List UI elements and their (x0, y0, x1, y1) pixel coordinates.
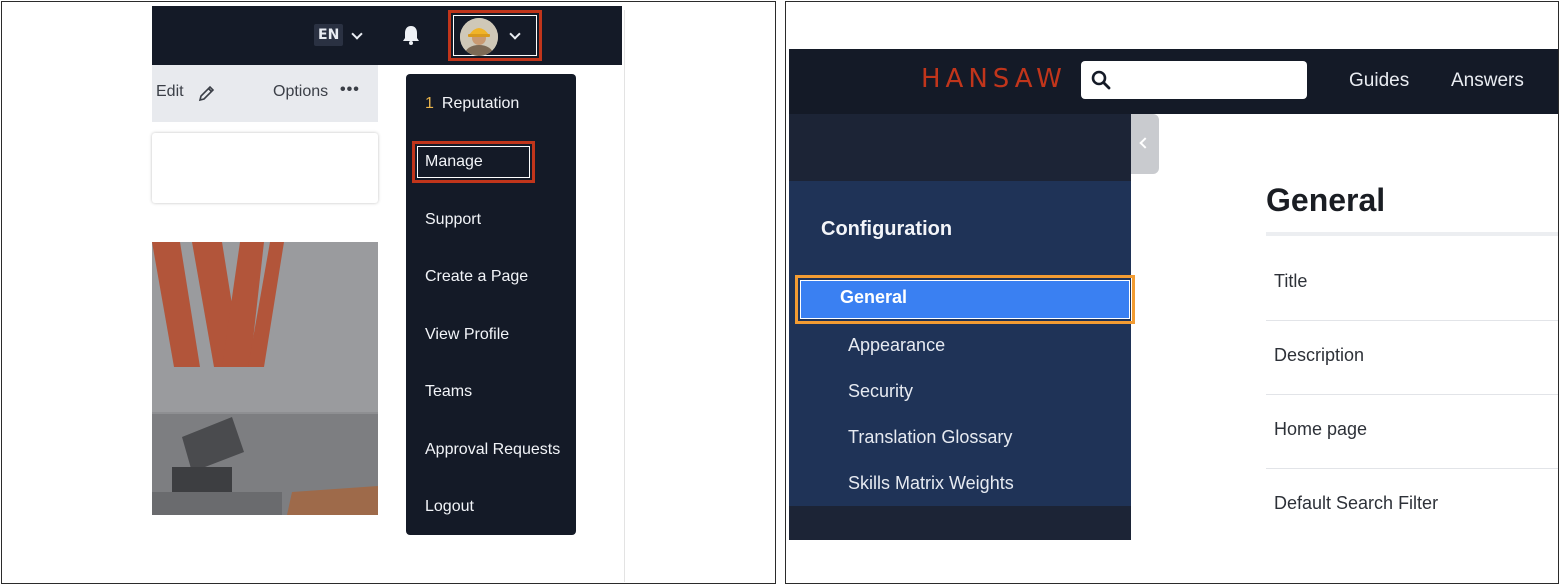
options-button[interactable]: Options (273, 83, 328, 101)
dropdown-item-view-profile[interactable]: View Profile (425, 326, 509, 344)
dropdown-item-label: Reputation (441, 95, 520, 112)
edit-button[interactable]: Edit (156, 83, 184, 101)
dropdown-item-manage[interactable]: Manage (425, 153, 483, 171)
bell-icon[interactable] (402, 25, 420, 45)
reputation-count: 1 (425, 95, 434, 112)
sidebar-item-security[interactable]: Security (848, 381, 913, 402)
dropdown-item-support[interactable]: Support (425, 211, 481, 229)
pencil-icon[interactable] (198, 84, 216, 102)
dropdown-item-reputation[interactable]: 1 Reputation (425, 95, 519, 113)
left-screenshot-panel: EN Edit Options ••• 1 Reputation Manage … (1, 1, 776, 584)
sidebar-item-label[interactable]: General (840, 287, 907, 308)
dropdown-item-logout[interactable]: Logout (425, 498, 474, 516)
chevron-left-icon (1139, 137, 1151, 149)
site-header: HANSAW Guides Answers (789, 49, 1558, 114)
sidebar-heading: Configuration (821, 218, 953, 240)
sidebar-item-translation-glossary[interactable]: Translation Glossary (848, 427, 1012, 448)
field-divider (1266, 468, 1558, 469)
user-menu-button[interactable] (448, 10, 542, 61)
dropdown-item-create-page[interactable]: Create a Page (425, 268, 528, 286)
sidebar-footer (789, 506, 1131, 540)
search-box[interactable] (1081, 61, 1307, 99)
field-divider (1266, 394, 1558, 395)
avatar[interactable] (460, 18, 498, 56)
more-dots-icon[interactable]: ••• (340, 81, 360, 99)
page-toolbar: Edit Options ••• (152, 65, 378, 122)
page-title: General (1266, 182, 1386, 218)
sidebar-item-skills-matrix-weights[interactable]: Skills Matrix Weights (848, 473, 1014, 494)
search-icon (1091, 70, 1111, 90)
title-divider (1266, 232, 1558, 236)
sidebar-header (789, 114, 1131, 181)
field-divider (1266, 320, 1558, 321)
panel-divider (624, 10, 625, 582)
sidebar-collapse-button[interactable] (1131, 114, 1159, 174)
user-dropdown-menu: 1 Reputation Manage Support Create a Page… (406, 74, 576, 535)
language-chevron-icon[interactable] (351, 28, 363, 40)
sidebar-item-appearance[interactable]: Appearance (848, 335, 945, 356)
field-label-default-search-filter: Default Search Filter (1274, 493, 1439, 513)
field-label-description: Description (1274, 345, 1365, 365)
top-navigation-bar: EN (152, 6, 622, 65)
dropdown-item-teams[interactable]: Teams (425, 383, 472, 401)
avatar-image (460, 18, 498, 56)
guide-cover-image (152, 242, 378, 515)
cover-graphic (152, 242, 378, 515)
field-label-home-page: Home page (1274, 419, 1368, 439)
field-label-title: Title (1274, 271, 1308, 291)
language-selector[interactable]: EN (314, 24, 344, 46)
search-input[interactable] (1115, 65, 1301, 95)
nav-link-guides[interactable]: Guides (1349, 70, 1409, 92)
dropdown-item-approval-requests[interactable]: Approval Requests (425, 441, 560, 459)
right-screenshot-panel: HANSAW Guides Answers Configuration Gene… (785, 1, 1559, 584)
content-card (152, 133, 378, 203)
hansaw-logo[interactable]: HANSAW (921, 64, 1067, 94)
nav-link-answers[interactable]: Answers (1451, 70, 1524, 92)
